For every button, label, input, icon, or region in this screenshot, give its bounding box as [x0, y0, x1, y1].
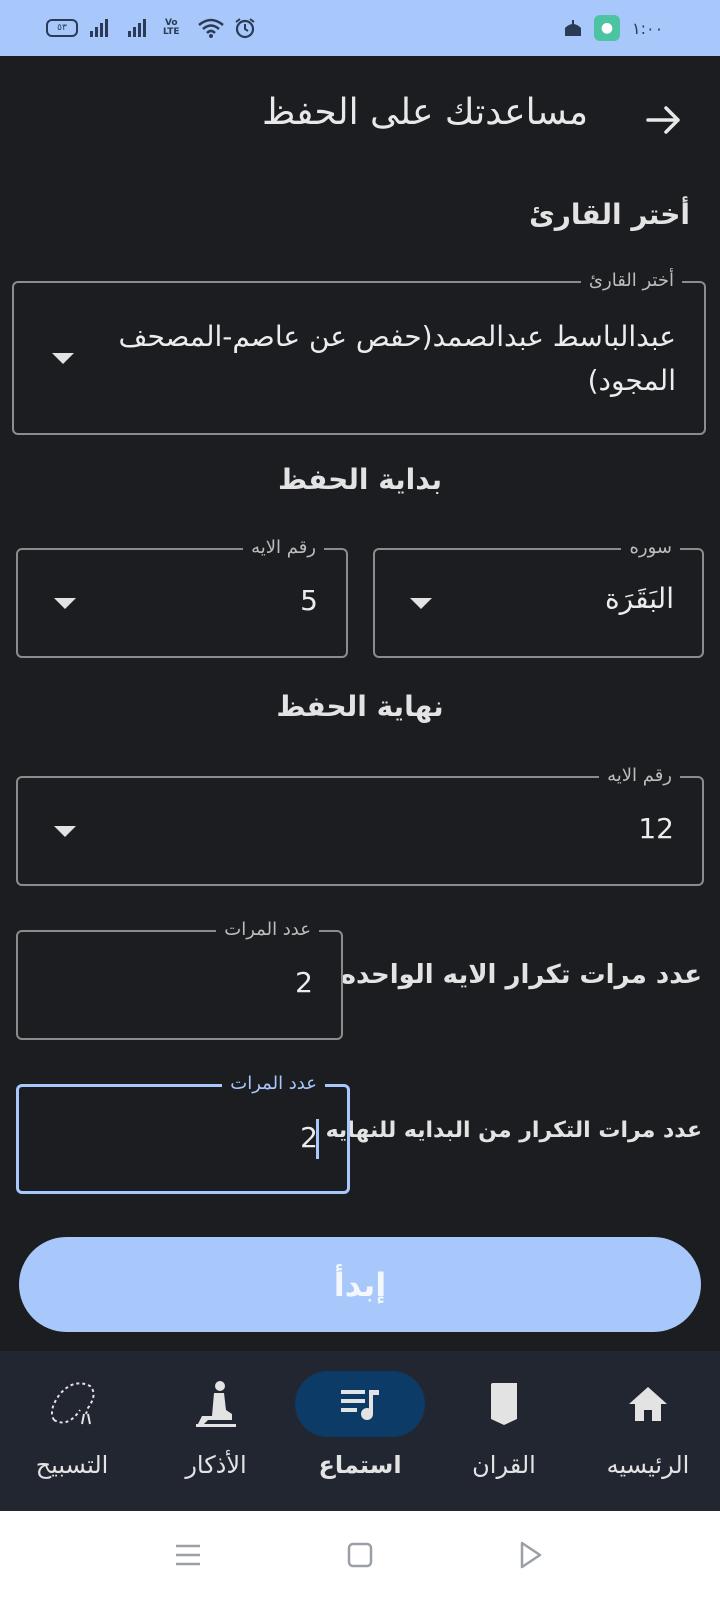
alarm-icon — [234, 0, 256, 56]
repeat-ayah-input[interactable]: عدد المرات 2 — [16, 919, 343, 1040]
signal-icon — [128, 0, 146, 56]
home-icon — [583, 1371, 713, 1437]
reciter-value-line2: المجود) — [587, 364, 676, 397]
start-ayah-select[interactable]: رقم الايه 5 — [16, 537, 348, 658]
end-ayah-select[interactable]: رقم الايه 12 — [16, 765, 704, 886]
back-triangle-icon[interactable] — [508, 1533, 552, 1577]
repeat-range-label: عدد مرات التكرار من البدايه للنهايه — [325, 1118, 702, 1143]
battery-level: ٥٣ — [57, 23, 67, 33]
menu-icon[interactable] — [166, 1533, 210, 1577]
back-button[interactable] — [636, 96, 692, 144]
repeat-ayah-field-label: عدد المرات — [216, 919, 319, 941]
end-section-label: نهاية الحفظ — [276, 690, 444, 723]
start-surah-value: البَقَرَة — [604, 582, 674, 615]
status-bar: ٥٣ Vo LTE ● ١:٠٠ — [0, 0, 720, 56]
wifi-icon — [198, 0, 224, 56]
nav-item-tasbih[interactable]: التسبيح — [0, 1351, 144, 1511]
clock: ١:٠٠ — [632, 18, 664, 38]
arrow-right-icon — [646, 106, 680, 134]
start-surah-label: سوره — [621, 537, 680, 559]
volte-icon: Vo LTE — [163, 0, 180, 56]
home-square-icon[interactable] — [338, 1533, 382, 1577]
bottom-nav: الرئيسيه القران استماع الأذكار التسبيح — [0, 1351, 720, 1511]
nav-label-azkar: الأذكار — [185, 1451, 247, 1479]
start-section-label: بداية الحفظ — [278, 463, 442, 496]
volte-bottom: LTE — [163, 27, 180, 37]
start-ayah-label: رقم الايه — [243, 537, 324, 559]
signal-icon — [90, 0, 108, 56]
repeat-range-input[interactable]: عدد المرات 2 — [16, 1073, 350, 1194]
page-title: مساعدتك على الحفظ — [262, 92, 588, 133]
repeat-ayah-label: عدد مرات تكرار الايه الواحده — [340, 960, 702, 990]
app-icon: ● — [594, 0, 620, 56]
prayer-icon — [151, 1371, 281, 1437]
tasbih-icon — [7, 1371, 137, 1437]
nav-label-home: الرئيسيه — [606, 1451, 690, 1479]
nav-label-quran: القران — [472, 1451, 536, 1479]
chevron-down-icon — [54, 826, 76, 837]
playlist-icon — [295, 1371, 425, 1437]
repeat-range-value-wrap: 2 — [300, 1119, 319, 1159]
start-surah-select[interactable]: سوره البَقَرَة — [373, 537, 704, 658]
reciter-value: عبدالباسط عبدالصمد(حفص عن عاصم-المصحف ال… — [118, 315, 676, 403]
nav-item-azkar[interactable]: الأذكار — [144, 1351, 288, 1511]
start-ayah-value: 5 — [300, 584, 318, 617]
chevron-down-icon — [410, 598, 432, 609]
battery-icon: ٥٣ — [46, 0, 78, 56]
book-icon — [439, 1371, 569, 1437]
notification-icon — [562, 0, 584, 56]
end-ayah-label: رقم الايه — [599, 765, 680, 787]
nav-item-quran[interactable]: القران — [432, 1351, 576, 1511]
nav-item-home[interactable]: الرئيسيه — [576, 1351, 720, 1511]
nav-label-tasbih: التسبيح — [35, 1451, 109, 1479]
reciter-value-line1: عبدالباسط عبدالصمد(حفص عن عاصم-المصحف — [118, 320, 676, 353]
start-button[interactable]: إبدأ — [19, 1237, 701, 1332]
nav-label-listen: استماع — [318, 1451, 402, 1479]
end-ayah-value: 12 — [638, 812, 674, 845]
chevron-down-icon — [54, 598, 76, 609]
repeat-ayah-value: 2 — [295, 966, 313, 999]
chevron-down-icon — [52, 353, 74, 364]
system-nav-bar — [0, 1511, 720, 1600]
reciter-section-label: أختر القارئ — [529, 198, 690, 231]
repeat-range-field-label: عدد المرات — [222, 1073, 325, 1095]
nav-item-listen[interactable]: استماع — [288, 1351, 432, 1511]
reciter-select[interactable]: أختر القارئ عبدالباسط عبدالصمد(حفص عن عا… — [12, 270, 706, 435]
text-cursor — [316, 1119, 319, 1159]
reciter-field-label: أختر القارئ — [580, 270, 682, 292]
